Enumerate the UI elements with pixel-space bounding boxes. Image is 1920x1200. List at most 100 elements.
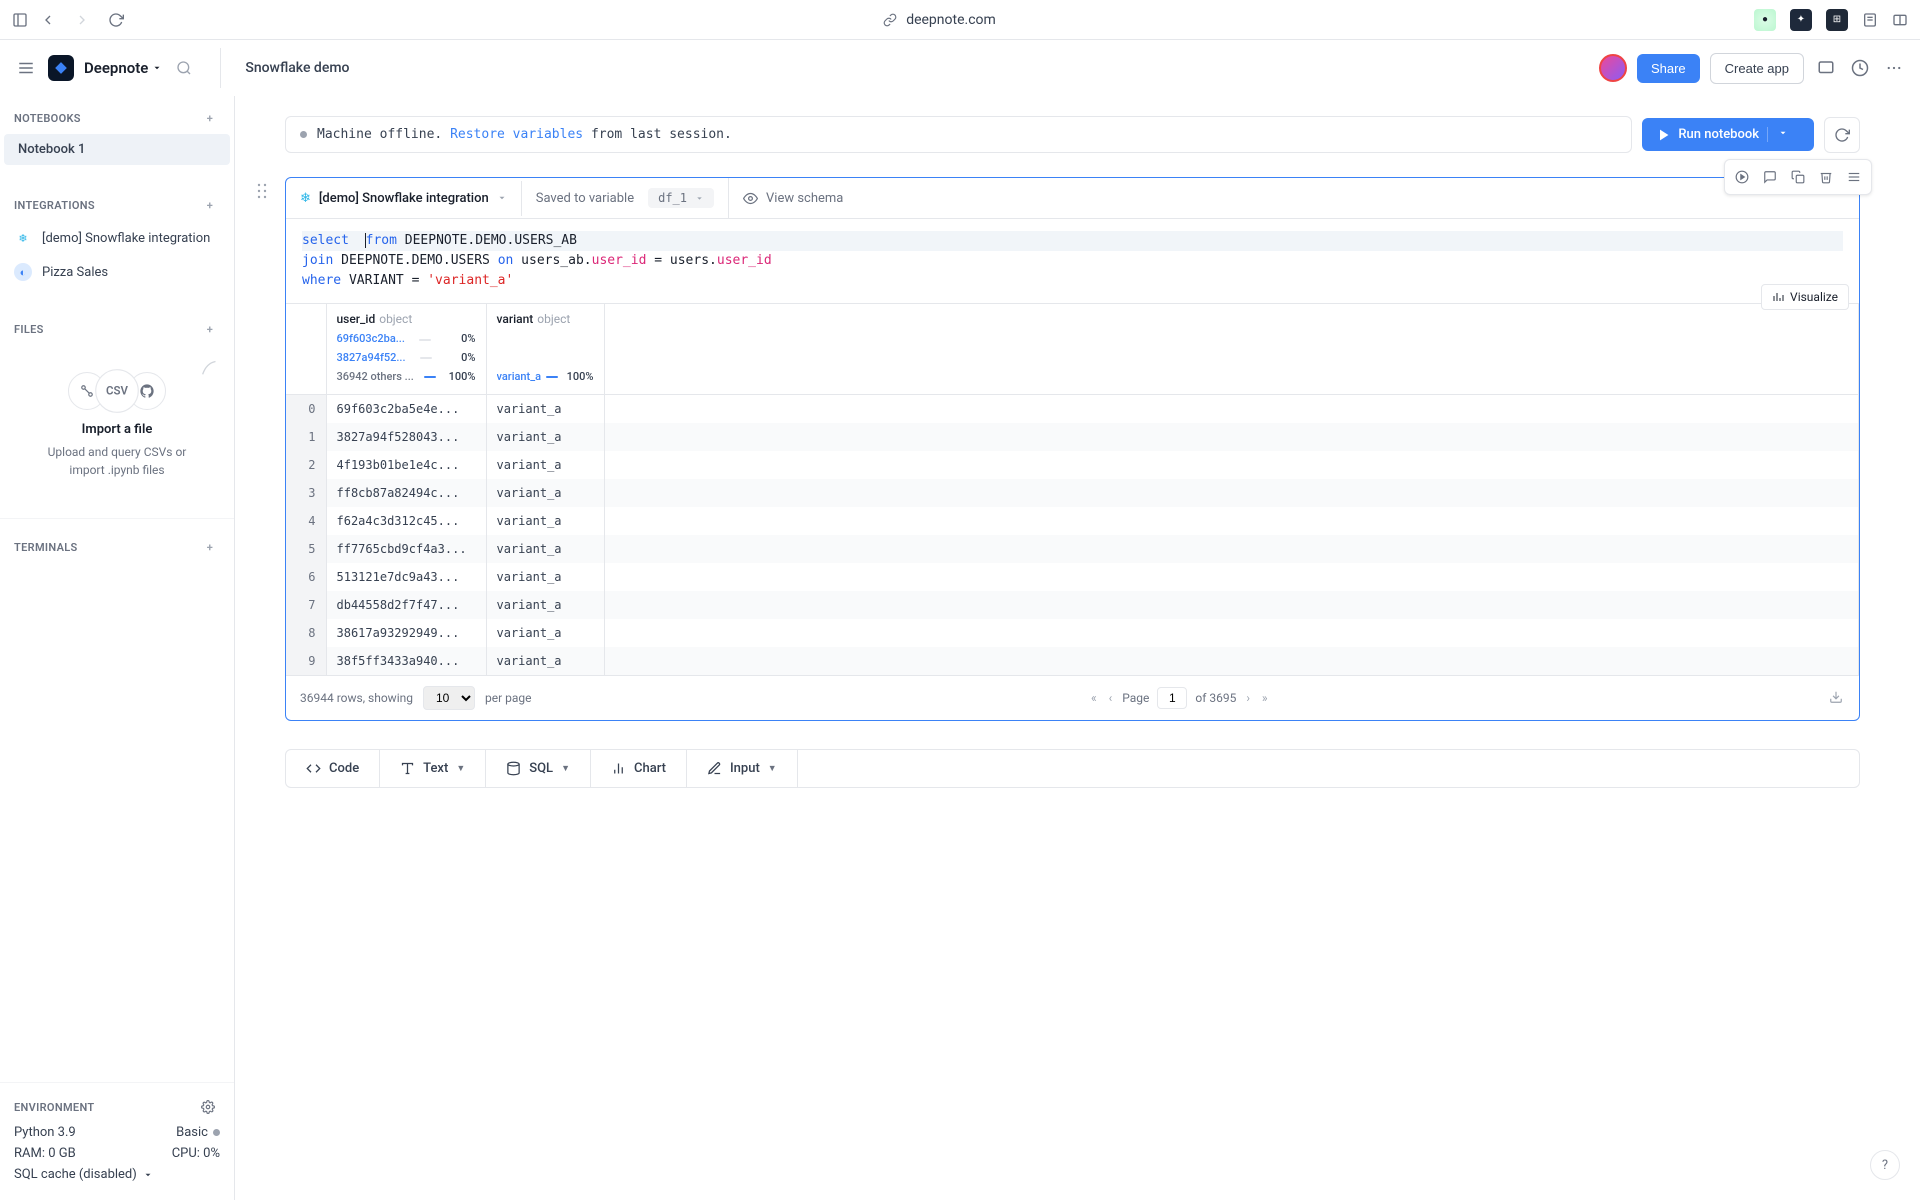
tabs-icon[interactable] bbox=[1892, 12, 1908, 28]
pager: 36944 rows, showing 10 per page « ‹ Page… bbox=[286, 675, 1859, 720]
table-row[interactable]: 13827a94f528043...variant_a bbox=[286, 423, 1859, 451]
sql-cell: ❄ [demo] Snowflake integration Saved to … bbox=[285, 177, 1860, 721]
add-integration-button[interactable]: + bbox=[200, 195, 220, 215]
back-icon[interactable] bbox=[40, 12, 56, 28]
add-terminal-button[interactable]: + bbox=[200, 537, 220, 557]
notebooks-header: NOTEBOOKS bbox=[14, 112, 81, 125]
refresh-button[interactable] bbox=[1824, 117, 1860, 153]
table-row[interactable]: 938f5ff3433a940...variant_a bbox=[286, 647, 1859, 675]
status-box: Machine offline. Restore variables from … bbox=[285, 116, 1632, 153]
cell-actions bbox=[1724, 159, 1872, 195]
environment-panel: ENVIRONMENT Python 3.9Basic RAM: 0 GBCPU… bbox=[0, 1082, 234, 1200]
page-input[interactable] bbox=[1157, 687, 1187, 709]
swirl-decoration bbox=[199, 356, 221, 382]
sidebar-toggle-icon[interactable] bbox=[12, 12, 28, 28]
status-prefix: Machine offline. bbox=[317, 127, 450, 142]
integrations-header: INTEGRATIONS bbox=[14, 199, 95, 212]
restore-link[interactable]: Restore variables bbox=[450, 127, 583, 142]
table-row[interactable]: 5ff7765cbd9cf4a3...variant_a bbox=[286, 535, 1859, 563]
status-suffix: from last session. bbox=[583, 127, 732, 142]
integration-selector[interactable]: ❄ [demo] Snowflake integration bbox=[286, 181, 522, 216]
add-code-button[interactable]: Code bbox=[286, 750, 380, 787]
add-text-button[interactable]: Text▼ bbox=[380, 750, 486, 787]
table-row[interactable]: 4f62a4c3d312c45...variant_a bbox=[286, 507, 1859, 535]
sidebar-item-notebook[interactable]: Notebook 1 bbox=[4, 134, 230, 165]
logo[interactable] bbox=[48, 55, 74, 81]
brand[interactable]: Deepnote bbox=[84, 59, 162, 77]
column-header[interactable]: user_idobject69f603c2ba...0%3827a94f52..… bbox=[326, 304, 486, 395]
database-icon: ◐ bbox=[14, 263, 32, 281]
download-icon[interactable] bbox=[1827, 688, 1845, 709]
reader-icon[interactable] bbox=[1862, 12, 1878, 28]
page-title[interactable]: Snowflake demo bbox=[245, 60, 1589, 76]
sidebar-item-snowflake[interactable]: ❄ [demo] Snowflake integration bbox=[0, 221, 234, 255]
env-cpu: CPU: 0% bbox=[172, 1146, 220, 1161]
ext-icon-2[interactable]: ✦ bbox=[1790, 9, 1812, 31]
terminals-header: TERMINALS bbox=[14, 541, 78, 554]
column-header[interactable]: variantobject variant_a100% bbox=[486, 304, 604, 395]
table-row[interactable]: 3ff8cb87a82494c...variant_a bbox=[286, 479, 1859, 507]
of-total: of 3695 bbox=[1195, 691, 1236, 705]
files-dropzone[interactable]: CSV Import a file Upload and query CSVs … bbox=[14, 355, 220, 496]
add-sql-button[interactable]: SQL▼ bbox=[486, 750, 591, 787]
drop-title: Import a file bbox=[31, 422, 203, 437]
first-page-icon[interactable]: « bbox=[1089, 689, 1099, 707]
env-python[interactable]: Python 3.9 bbox=[14, 1125, 76, 1140]
page-size-select[interactable]: 10 bbox=[423, 686, 475, 710]
gear-icon[interactable] bbox=[196, 1095, 220, 1119]
history-icon[interactable] bbox=[1848, 56, 1872, 80]
sidebar-item-pizza[interactable]: ◐ Pizza Sales bbox=[0, 255, 234, 289]
table-row[interactable]: 6513121e7dc9a43...variant_a bbox=[286, 563, 1859, 591]
delete-icon[interactable] bbox=[1813, 164, 1839, 190]
share-button[interactable]: Share bbox=[1637, 54, 1700, 83]
add-input-button[interactable]: Input▼ bbox=[687, 750, 798, 787]
status-dot-icon bbox=[213, 1129, 220, 1136]
env-plan: Basic bbox=[176, 1125, 208, 1140]
copy-icon[interactable] bbox=[1785, 164, 1811, 190]
csv-icon: CSV bbox=[95, 369, 139, 413]
comments-icon[interactable] bbox=[1814, 56, 1838, 80]
add-file-button[interactable]: + bbox=[200, 319, 220, 339]
drag-handle-icon[interactable] bbox=[257, 183, 267, 203]
table-row[interactable]: 24f193b01be1e4c...variant_a bbox=[286, 451, 1859, 479]
sql-editor[interactable]: select from DEEPNOTE.DEMO.USERS_AB join … bbox=[286, 219, 1859, 303]
create-app-button[interactable]: Create app bbox=[1710, 53, 1804, 84]
more-icon[interactable] bbox=[1882, 56, 1906, 80]
run-dropdown-button[interactable] bbox=[1767, 127, 1798, 142]
view-schema-button[interactable]: View schema bbox=[729, 181, 857, 216]
app-header: Deepnote Snowflake demo Share Create app bbox=[0, 40, 1920, 96]
add-notebook-button[interactable]: + bbox=[200, 108, 220, 128]
cell-menu-icon[interactable] bbox=[1841, 164, 1867, 190]
visualize-button[interactable]: Visualize bbox=[1761, 284, 1849, 310]
comment-icon[interactable] bbox=[1757, 164, 1783, 190]
snowflake-icon: ❄ bbox=[14, 229, 32, 247]
page-label: Page bbox=[1122, 691, 1149, 705]
avatar[interactable] bbox=[1599, 54, 1627, 82]
last-page-icon[interactable]: » bbox=[1260, 689, 1270, 707]
row-summary: 36944 rows, showing bbox=[300, 691, 413, 705]
env-ram: RAM: 0 GB bbox=[14, 1146, 76, 1161]
main: Machine offline. Restore variables from … bbox=[235, 96, 1920, 1200]
prev-page-icon[interactable]: ‹ bbox=[1107, 689, 1115, 707]
table-row[interactable]: 7db44558d2f7f47...variant_a bbox=[286, 591, 1859, 619]
sidebar: NOTEBOOKS + Notebook 1 INTEGRATIONS + ❄ [d… bbox=[0, 96, 235, 1200]
run-cell-icon[interactable] bbox=[1729, 164, 1755, 190]
run-notebook-button[interactable]: Run notebook bbox=[1642, 118, 1814, 151]
ext-icon-3[interactable]: ⊞ bbox=[1826, 9, 1848, 31]
result-table: user_idobject69f603c2ba...0%3827a94f52..… bbox=[286, 304, 1859, 675]
env-cache[interactable]: SQL cache (disabled) bbox=[14, 1167, 137, 1182]
offline-dot-icon bbox=[300, 131, 307, 138]
add-chart-button[interactable]: Chart bbox=[591, 750, 687, 787]
menu-icon[interactable] bbox=[14, 56, 38, 80]
table-row[interactable]: 838617a93292949...variant_a bbox=[286, 619, 1859, 647]
forward-icon[interactable] bbox=[74, 12, 90, 28]
next-page-icon[interactable]: › bbox=[1244, 689, 1252, 707]
ext-icon-1[interactable]: ● bbox=[1754, 9, 1776, 31]
help-button[interactable]: ? bbox=[1870, 1150, 1900, 1180]
refresh-icon[interactable] bbox=[108, 12, 124, 28]
table-row[interactable]: 069f603c2ba5e4e...variant_a bbox=[286, 395, 1859, 424]
search-icon[interactable] bbox=[172, 60, 196, 76]
url-text[interactable]: deepnote.com bbox=[906, 12, 996, 28]
variable-pill[interactable]: df_1 bbox=[648, 188, 714, 208]
snowflake-icon: ❄ bbox=[300, 191, 311, 206]
